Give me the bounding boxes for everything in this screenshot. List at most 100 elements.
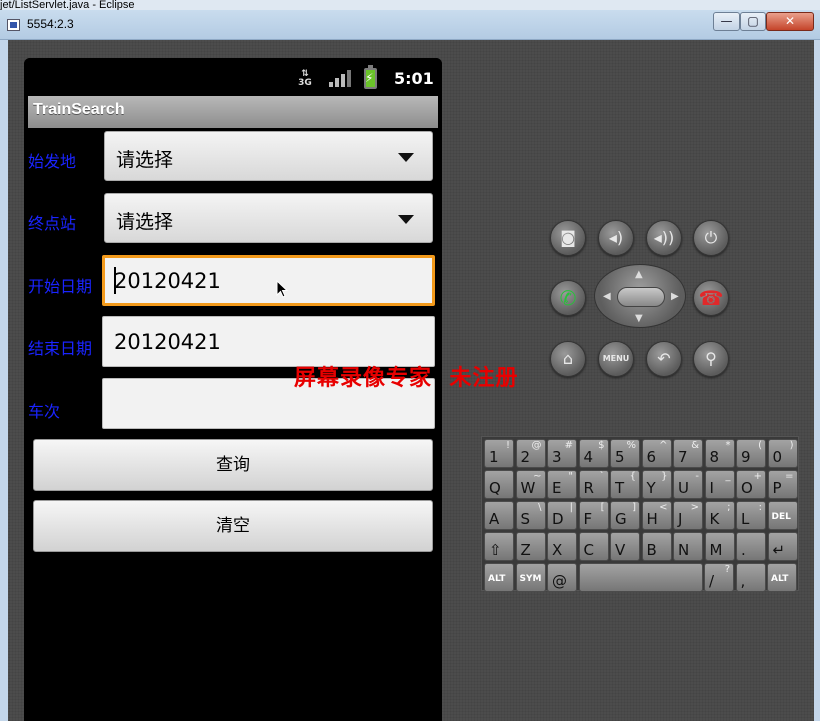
home-button[interactable]: ⌂ [550,341,586,377]
key-row1-7[interactable]: 8 * [704,439,735,468]
key-row3-4[interactable]: G] [610,501,640,530]
key-row4-3[interactable]: C [578,532,609,561]
menu-button[interactable]: MENU [598,341,634,377]
key-row2-5[interactable]: Y} [641,470,672,499]
signal-strength-icon [329,70,351,87]
minimize-button[interactable]: — [713,12,740,31]
dpad-left-icon: ◀ [603,291,611,302]
key-row2-7[interactable]: I _ [704,470,735,499]
key-row4-4[interactable]: V [610,532,640,561]
key-row3-1[interactable]: S \ [515,501,546,530]
key-row4-0[interactable]: ⇧ [484,532,514,561]
alt-left-key[interactable]: ALT [484,563,514,592]
key-row1-2[interactable]: 3 # [547,439,577,468]
key-row1-5[interactable]: 6 ^ [641,439,672,468]
key-secondary-label: > [690,502,699,513]
key-row2-3[interactable]: R ` [578,470,609,499]
key-row4-9[interactable]: ↵ [767,532,798,561]
home-icon: ⌂ [562,349,574,368]
search-button[interactable]: ⚲ [693,341,729,377]
key-row3-6[interactable]: J > [673,501,703,530]
space-key[interactable] [578,563,703,592]
dpad[interactable]: ▲ ▼ ◀ ▶ [594,264,686,328]
key-row4-2[interactable]: X [547,532,577,561]
dpad-up-icon: ▲ [635,269,643,280]
dpad-down-icon: ▼ [635,313,643,324]
key-secondary-label: " [568,471,573,482]
key-secondary-label: # [564,440,573,451]
key-secondary-label: = [785,471,794,482]
destination-value: 请选择 [116,211,174,233]
volume-up-button[interactable]: ◂)) [646,220,682,256]
key-secondary-label: : [758,502,762,513]
key-row2-0[interactable]: Q [484,470,514,499]
key-row2-8[interactable]: O + [736,470,766,499]
key-row3-8[interactable]: L: [736,501,766,530]
start-date-input[interactable]: 20120421 [102,255,435,306]
alt-right-key[interactable]: ALT [767,563,797,592]
end-date-value: 20120421 [114,330,221,354]
key-label: X [552,541,563,559]
key-row2-1[interactable]: W ~ [515,470,546,499]
power-button[interactable]: ⏻ [693,220,729,256]
destination-spinner[interactable]: 请选择 [104,193,433,243]
train-number-label: 车次 [28,402,61,421]
key-row4-5[interactable]: B [641,532,672,561]
key-row3-9[interactable]: DEL [767,501,798,530]
close-button[interactable]: ✕ [766,12,814,31]
key-label: O [741,479,753,497]
key-row1-8[interactable]: 9( [736,439,766,468]
minimize-icon: — [720,14,733,28]
key-row1-9[interactable]: 0) [767,439,798,468]
key-secondary-label: | [569,502,573,513]
back-button[interactable]: ↶ [646,341,682,377]
volume-down-button[interactable]: ◂) [598,220,634,256]
key-row2-4[interactable]: T{ [610,470,640,499]
at-key[interactable]: @ [547,563,577,592]
clear-button[interactable]: 清空 [33,500,433,552]
sym-key[interactable]: SYM [515,563,546,592]
key-label: R [583,479,594,497]
origin-spinner[interactable]: 请选择 [104,131,433,181]
key-secondary-label: ? [724,564,730,575]
key-row1-3[interactable]: 4 $ [578,439,609,468]
key-row2-6[interactable]: U- [673,470,703,499]
key-row3-2[interactable]: D | [547,501,577,530]
key-row4-8[interactable]: . [736,532,766,561]
key-secondary-label: ( [758,440,762,451]
key-label: Y [646,479,656,497]
key-label: 3 [552,448,562,466]
key-row1-0[interactable]: 1! [484,439,514,468]
key-row4-1[interactable]: Z [515,532,546,561]
origin-value: 请选择 [116,149,174,171]
key-secondary-label: + [753,471,762,482]
comma-key[interactable]: , [735,563,766,592]
status-time: 5:01 [394,69,434,88]
key-row3-0[interactable]: A [484,501,514,530]
camera-button[interactable]: ◙ [550,220,586,256]
key-row4-7[interactable]: M [704,532,735,561]
key-row1-6[interactable]: 7 & [673,439,703,468]
key-label: 1 [489,448,499,466]
dpad-center-button[interactable] [617,287,665,307]
key-secondary-label: ) [789,440,794,451]
key-row4-6[interactable]: N [673,532,703,561]
key-row3-3[interactable]: F[ [578,501,609,530]
slash-key[interactable]: /? [704,563,734,592]
key-label: DEL [771,512,791,522]
end-call-button[interactable]: ☎ [693,280,729,316]
key-label: P [772,479,782,497]
emulator-app-icon [7,19,20,31]
key-row2-9[interactable]: P = [767,470,798,499]
key-row3-7[interactable]: K; [704,501,735,530]
volume-down-icon: ◂) [608,228,624,247]
call-button[interactable]: ✆ [550,280,586,316]
key-row3-5[interactable]: H < [641,501,672,530]
maximize-icon: ▢ [747,14,759,28]
maximize-button[interactable]: ▢ [740,12,766,31]
query-button[interactable]: 查询 [33,439,433,491]
window-border-left [0,40,8,721]
key-row1-4[interactable]: 5% [610,439,640,468]
key-row2-2[interactable]: E " [547,470,577,499]
key-row1-1[interactable]: 2 @ [515,439,546,468]
